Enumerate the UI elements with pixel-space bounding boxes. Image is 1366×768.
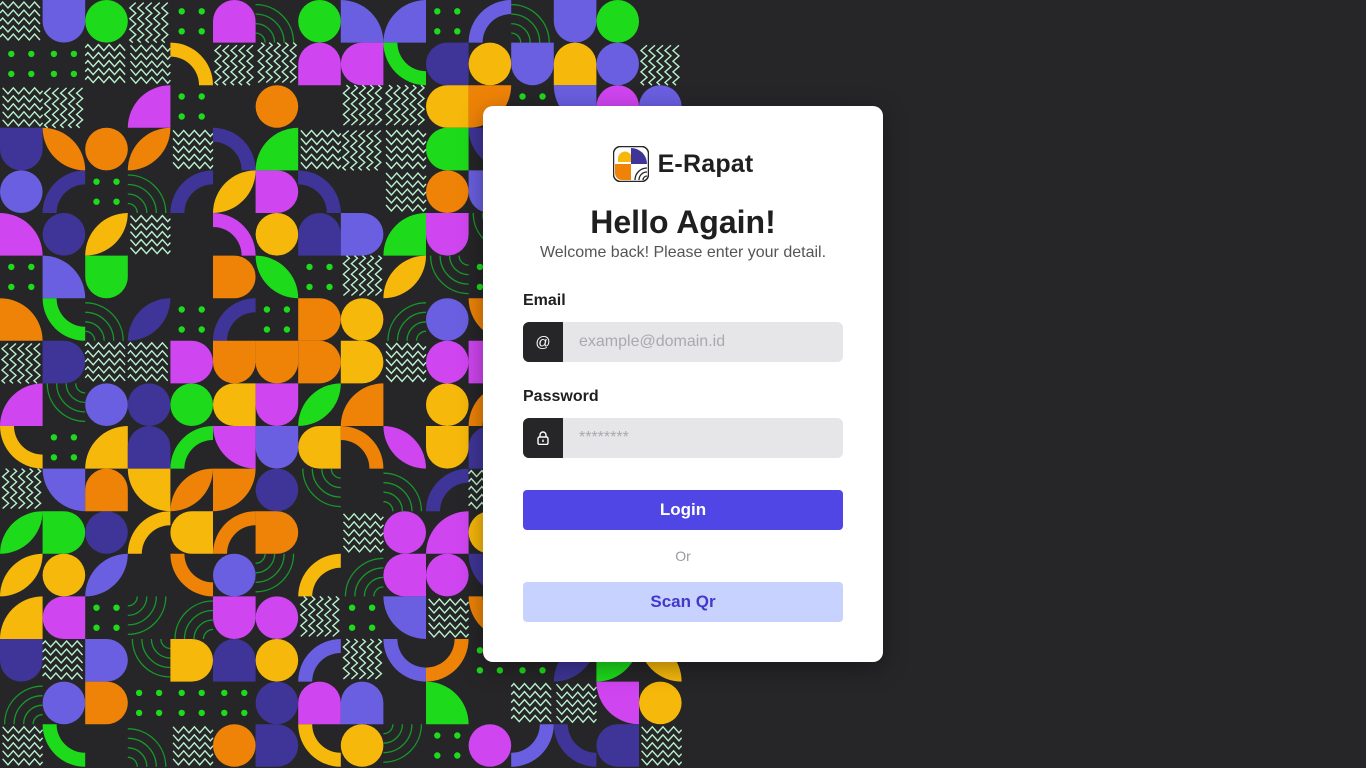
e-rapat-logo-icon — [612, 146, 649, 182]
password-field-group — [523, 418, 843, 458]
or-divider-text: Or — [675, 548, 691, 564]
brand-name: E-Rapat — [657, 149, 754, 178]
login-card: E-Rapat Hello Again! Welcome back! Pleas… — [483, 106, 883, 662]
brand: E-Rapat — [483, 146, 883, 182]
page-subtitle: Welcome back! Please enter your detail. — [539, 244, 827, 261]
scan-qr-button[interactable]: Scan Qr — [523, 582, 843, 622]
email-label: Email — [523, 292, 566, 309]
lock-icon — [523, 418, 563, 458]
login-button[interactable]: Login — [523, 490, 843, 530]
email-field[interactable] — [563, 322, 843, 362]
email-field-group: @ — [523, 322, 843, 362]
password-field[interactable] — [563, 418, 843, 458]
at-sign-icon: @ — [523, 322, 563, 362]
password-label: Password — [523, 388, 599, 405]
page-title: Hello Again! — [590, 204, 776, 240]
